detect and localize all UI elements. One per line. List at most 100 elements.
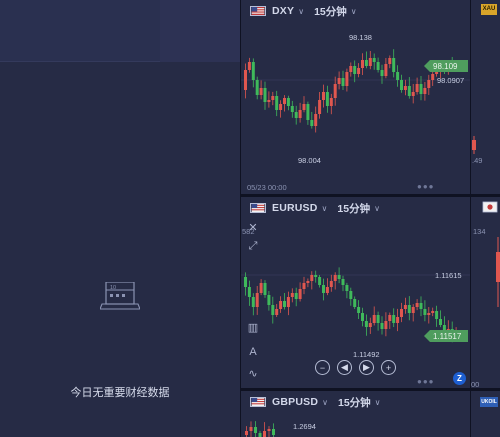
candle-body [244, 70, 247, 90]
candle-body [384, 321, 388, 329]
candle-body [392, 315, 396, 323]
candle-body [294, 112, 298, 118]
candle-body [396, 72, 400, 80]
current-price-tag: 1.11517 [424, 330, 468, 342]
empty-message: 今日无重要财经数据 [70, 387, 170, 399]
candle-body [298, 289, 302, 299]
chart-panel-jpy-partial[interactable]: 134 00 [471, 197, 500, 388]
svg-text:10: 10 [110, 285, 116, 291]
candle-body [427, 80, 431, 88]
candle-body [341, 78, 345, 86]
pager-dots[interactable]: ●●● [417, 182, 435, 191]
candle-body [254, 427, 257, 433]
candle-body [353, 299, 357, 307]
wave-icon[interactable]: ∿ [246, 367, 260, 381]
candle-body [247, 287, 251, 297]
candle-body [318, 100, 322, 114]
chart-panel-eurusd[interactable]: EURUSD ∨ 15分钟 ∨ 1.11615 1.11492 1.11517 58… [241, 197, 470, 388]
candle-body [259, 88, 263, 95]
candle-body [310, 120, 314, 126]
prev-button[interactable]: ◀ [337, 360, 352, 375]
candle-body [267, 295, 271, 305]
candle-body [403, 305, 407, 309]
candle-body [384, 64, 388, 76]
candle-body [368, 58, 372, 66]
candle-body [372, 315, 376, 323]
next-button[interactable]: ▶ [359, 360, 374, 375]
candle-body [415, 84, 419, 92]
candle-body [306, 104, 310, 120]
candle-body [244, 277, 247, 287]
candle-body [411, 92, 415, 96]
candle-body [361, 60, 364, 68]
candle-body [439, 319, 442, 325]
chart-panel-gbpusd[interactable]: GBPUSD ∨ 15分钟 ∨ 1.2694 [241, 391, 470, 437]
brand-badge[interactable]: Z [453, 372, 466, 385]
drawing-icon[interactable]: A [246, 345, 260, 359]
candle-body [415, 303, 419, 307]
candle-body [411, 307, 415, 313]
indicator-icon[interactable]: ▥ [246, 321, 260, 335]
candle-body [345, 72, 349, 86]
candle-body [333, 84, 337, 98]
candle-body [259, 283, 263, 293]
candle-body [403, 86, 407, 90]
candle-body [353, 66, 357, 74]
candle-body [361, 313, 364, 321]
candle-body [364, 60, 368, 66]
candle-body [286, 297, 290, 307]
candle-body [376, 315, 380, 323]
candle-body [267, 100, 271, 102]
chart-panel-xau-partial[interactable]: XAU .49 [471, 0, 500, 194]
candle-body [247, 62, 251, 70]
candle-body [325, 92, 329, 106]
high-label: 98.138 [349, 33, 372, 42]
candle-body [329, 98, 333, 106]
price-line-label: 98.0907 [437, 76, 464, 85]
chart-panel-ukoil-partial[interactable]: UKOIL [471, 391, 500, 437]
candle-body [298, 110, 302, 118]
candle-body [364, 321, 368, 327]
chart-panel-dxy[interactable]: DXY ∨ 15分钟 ∨ 98.138 98.004 98.0907 98.109 0… [241, 0, 470, 194]
candlestick-chart[interactable]: 1.11615 1.11492 1.11517 [241, 197, 470, 388]
candle-body [271, 96, 275, 100]
candle-body [380, 323, 384, 329]
candle-body [419, 303, 423, 309]
candle-body [314, 114, 318, 126]
candle-body [345, 285, 349, 291]
candle-body [275, 309, 279, 315]
close-icon[interactable]: ✕ [246, 221, 260, 235]
candle-body [392, 58, 396, 72]
candle-body [255, 80, 259, 95]
zoom-in-button[interactable]: + [381, 360, 396, 375]
candlestick-chart[interactable]: 1.2694 [241, 391, 470, 437]
high-label: 1.2694 [293, 422, 316, 431]
candle-body [272, 429, 275, 435]
candlestick-chart[interactable]: 98.138 98.004 98.0907 98.109 [241, 0, 470, 194]
candle-body [380, 70, 384, 76]
candle-body [286, 98, 290, 106]
candle-body [427, 313, 431, 315]
candle-body [376, 62, 380, 70]
candle-body [251, 62, 255, 80]
candle-body [322, 92, 325, 100]
candle-body [349, 66, 353, 72]
candle-body [337, 78, 341, 84]
pager-dots[interactable]: ●●● [417, 377, 435, 386]
candle-body [329, 281, 333, 287]
candle-body [357, 307, 361, 313]
candle-body [279, 104, 283, 110]
current-price-tag: 98.109 [424, 60, 468, 72]
price-line-label: 1.11615 [435, 271, 462, 280]
empty-calendar-icon: 10 [100, 282, 140, 310]
time-label: 00 [471, 380, 480, 388]
news-panel: 10 今日无重要财经数据 [0, 0, 240, 437]
candle-body [251, 297, 255, 307]
zoom-out-button[interactable]: − [315, 360, 330, 375]
time-label: 05/23 00:00 [247, 183, 287, 192]
candle-body [306, 281, 310, 283]
candle-body [245, 431, 248, 435]
candle-body [302, 104, 306, 110]
candle-body [368, 323, 372, 327]
expand-icon[interactable]: ⤢ [246, 239, 260, 253]
